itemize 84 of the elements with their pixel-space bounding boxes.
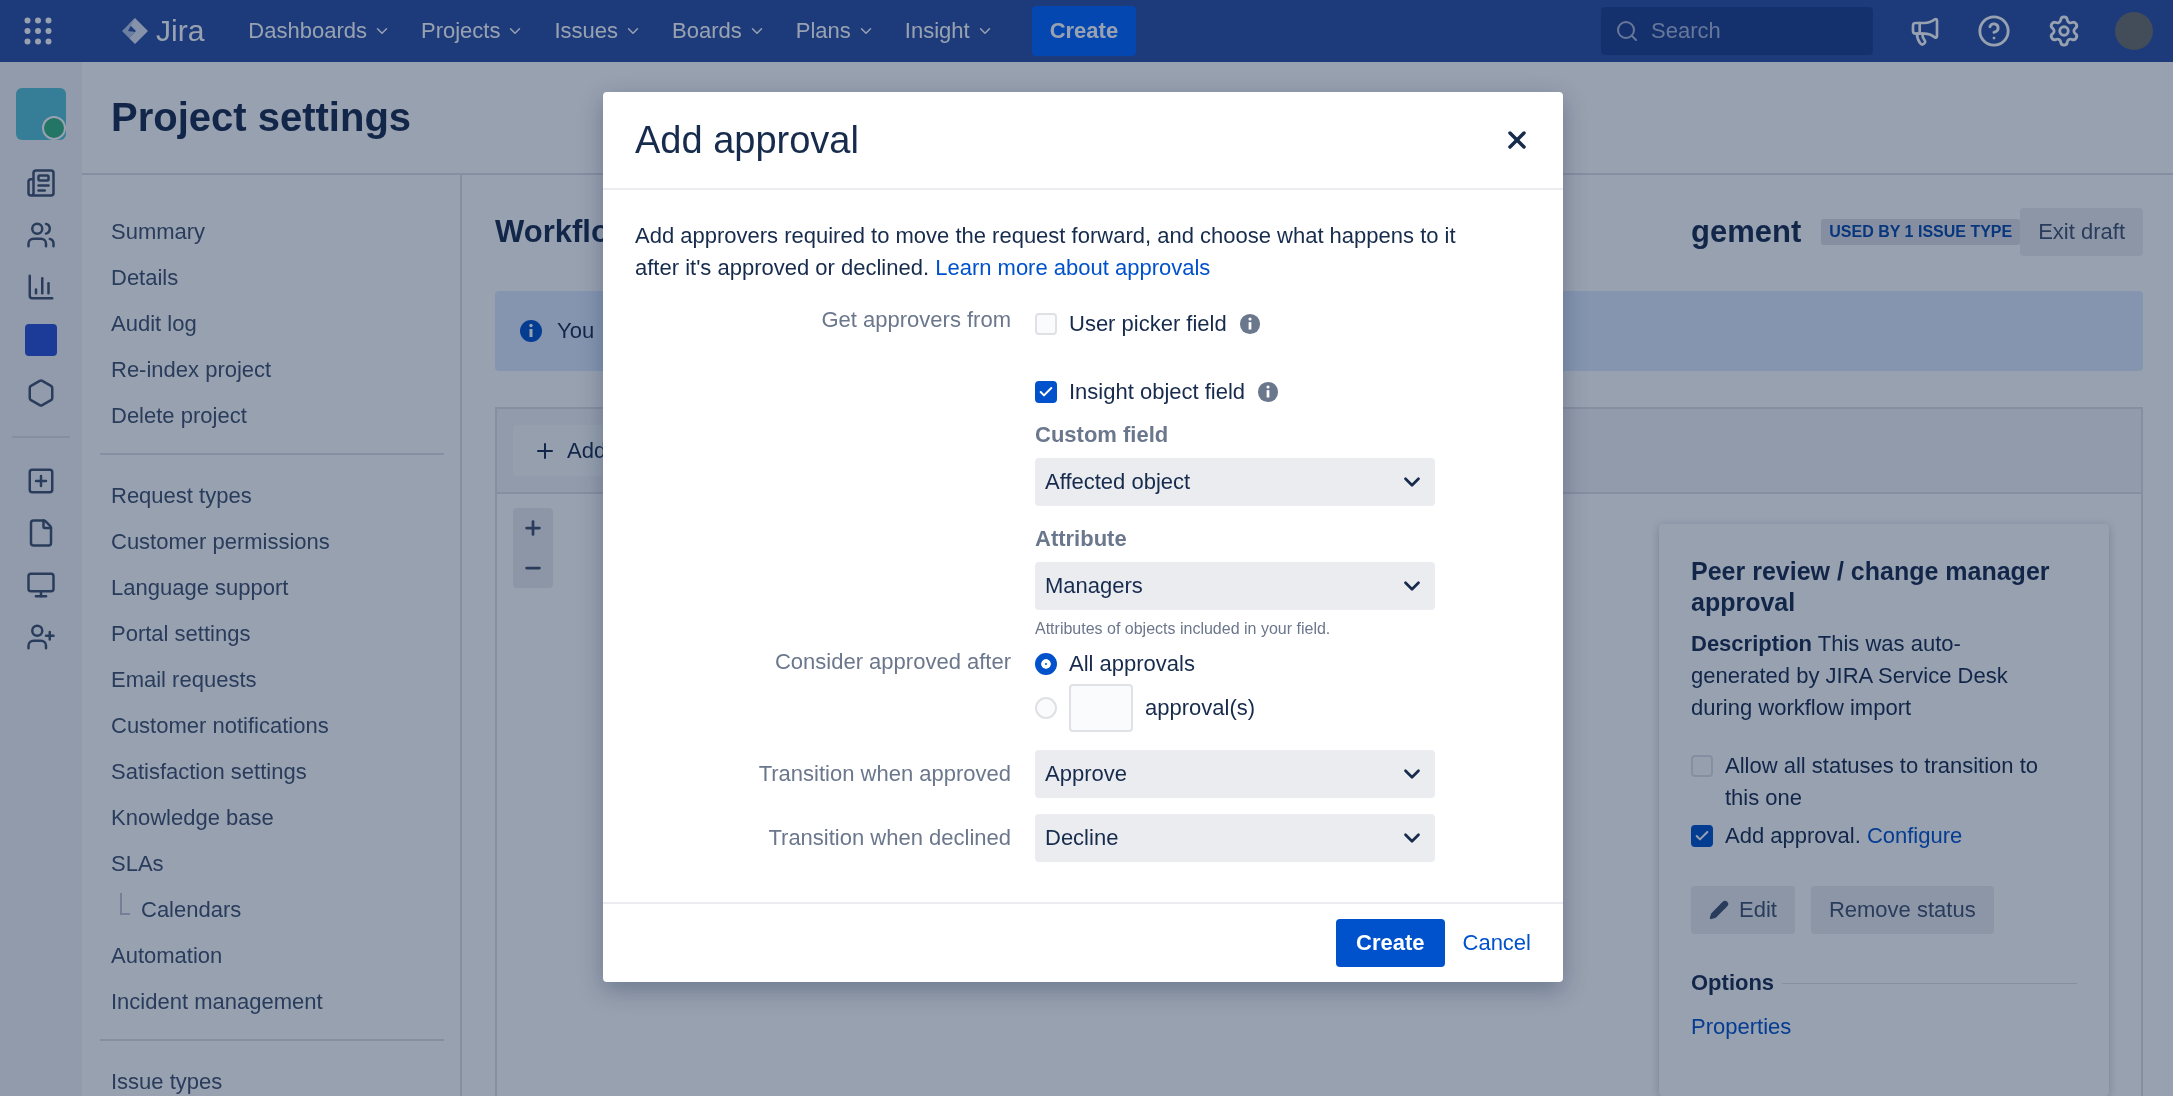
configure-link[interactable]: Configure xyxy=(1866,823,1963,848)
search-field[interactable]: Search xyxy=(1601,7,1873,55)
transition-select[interactable]: Approve xyxy=(1035,750,1435,798)
help-text: Attributes of objects included in your field. xyxy=(1035,620,1332,638)
sidebar-item[interactable]: Incident management xyxy=(100,979,444,1025)
cancel-link[interactable]: Cancel xyxy=(1462,930,1531,956)
radio-button[interactable] xyxy=(1035,653,1057,675)
sidebar-item[interactable]: Delete project xyxy=(100,393,444,439)
sidebar-item[interactable]: Language support xyxy=(100,565,444,611)
sidebar-item[interactable]: Satisfaction settings xyxy=(100,749,444,795)
info-icon xyxy=(519,319,543,343)
dialog-title: Add approval xyxy=(635,118,859,162)
nav-menu[interactable]: Projects xyxy=(421,18,525,44)
settings-icon[interactable] xyxy=(2047,14,2081,48)
info-icon xyxy=(1257,381,1280,403)
sidebar-item[interactable]: Email requests xyxy=(100,657,444,703)
transition-select[interactable]: Decline xyxy=(1035,814,1435,862)
sidebar-item[interactable]: Issue types xyxy=(100,1059,444,1096)
remove-status-button[interactable]: Remove status xyxy=(1810,886,1994,934)
attribute-select[interactable]: Managers xyxy=(1035,562,1435,610)
search-icon xyxy=(1615,19,1639,43)
page-title: Project settings xyxy=(111,95,412,140)
usage-badge: USED BY 1 ISSUE TYPE xyxy=(1821,218,2021,245)
bar-chart-icon[interactable] xyxy=(26,272,56,302)
product-name: Jira xyxy=(156,14,205,48)
tree-line xyxy=(120,893,130,915)
field-label: Transition when approved xyxy=(757,760,1011,788)
approval-count-field[interactable] xyxy=(1069,684,1133,732)
create-button[interactable]: Create xyxy=(1031,6,1137,56)
megaphone-icon[interactable] xyxy=(1909,15,1941,47)
add-user-icon[interactable] xyxy=(26,622,56,652)
option-label: Allow all statuses to transition to this one xyxy=(1725,752,2040,812)
panel-description: Description This was auto-generated by JIRA Service Desk during workflow import xyxy=(1691,630,2009,722)
nav-menu[interactable]: Insight xyxy=(904,18,994,44)
sidebar-item[interactable]: SLAs xyxy=(100,841,444,887)
checkbox[interactable] xyxy=(1691,825,1713,847)
sidebar-item[interactable]: Re-index project xyxy=(100,347,444,393)
field-label: Attribute xyxy=(1035,526,1128,552)
add-icon[interactable] xyxy=(26,466,56,496)
exit-draft-button[interactable]: Exit draft xyxy=(2020,207,2143,256)
hexagon-icon[interactable] xyxy=(26,378,56,408)
option-label: All approvals xyxy=(1069,650,1195,678)
info-icon xyxy=(1238,313,1261,335)
nav-menu[interactable]: Issues xyxy=(554,18,643,44)
options-heading: Options xyxy=(1691,970,1775,996)
field-label: Transition when declined xyxy=(767,824,1011,852)
zoom-in-icon[interactable] xyxy=(522,517,544,539)
sidebar-item[interactable]: Calendars xyxy=(108,887,242,933)
option-label: Add approval. Configure xyxy=(1725,822,1963,850)
properties-link[interactable]: Properties xyxy=(1691,1014,2077,1040)
sidebar-item[interactable]: Audit log xyxy=(100,301,444,347)
option-label: Insight object field xyxy=(1069,378,1246,406)
option-label: approval(s) xyxy=(1145,694,1256,722)
sidebar-item[interactable]: Summary xyxy=(100,209,444,255)
checkbox[interactable] xyxy=(1035,381,1057,403)
field-label: Consider approved after xyxy=(773,648,1011,676)
sidebar-item[interactable]: Automation xyxy=(100,933,444,979)
panel-title: Peer review / change manager approval xyxy=(1691,556,2051,618)
nav-menu[interactable]: Boards xyxy=(672,18,766,44)
dialog-description: Add approvers required to move the request forward, and choose what happens to it after it's approved or declined. Learn more about approvals xyxy=(635,222,1457,282)
project-avatar[interactable] xyxy=(16,88,66,140)
sidebar-item[interactable]: Knowledge base xyxy=(100,795,444,841)
field-label: Custom field xyxy=(1035,422,1170,448)
sidebar-item[interactable]: Customer notifications xyxy=(100,703,444,749)
option-label: User picker field xyxy=(1069,310,1227,338)
create-button[interactable]: Create xyxy=(1336,919,1445,967)
sidebar-item[interactable]: Customer permissions xyxy=(100,519,444,565)
people-icon[interactable] xyxy=(26,220,56,250)
edit-button[interactable]: Edit xyxy=(1691,886,1795,934)
nav-menu[interactable]: Plans xyxy=(795,18,875,44)
workflow-title: gement xyxy=(1691,213,1802,250)
custom-field-select[interactable]: Affected object xyxy=(1035,458,1435,506)
pencil-icon xyxy=(1709,900,1729,920)
field-label: Get approvers from xyxy=(820,306,1011,334)
sidebar-item[interactable]: Request types xyxy=(100,473,444,519)
sidebar-item[interactable]: Details xyxy=(100,255,444,301)
sidebar-item[interactable]: Portal settings xyxy=(100,611,444,657)
jira-logo-icon xyxy=(120,16,150,46)
learn-more-link[interactable]: Learn more about approvals xyxy=(935,255,1211,280)
help-icon[interactable] xyxy=(1977,14,2011,48)
status-badge xyxy=(42,116,66,140)
nav-menu[interactable]: Dashboards xyxy=(248,18,391,44)
info-text: You xyxy=(557,318,595,344)
monitor-icon[interactable] xyxy=(26,570,56,600)
